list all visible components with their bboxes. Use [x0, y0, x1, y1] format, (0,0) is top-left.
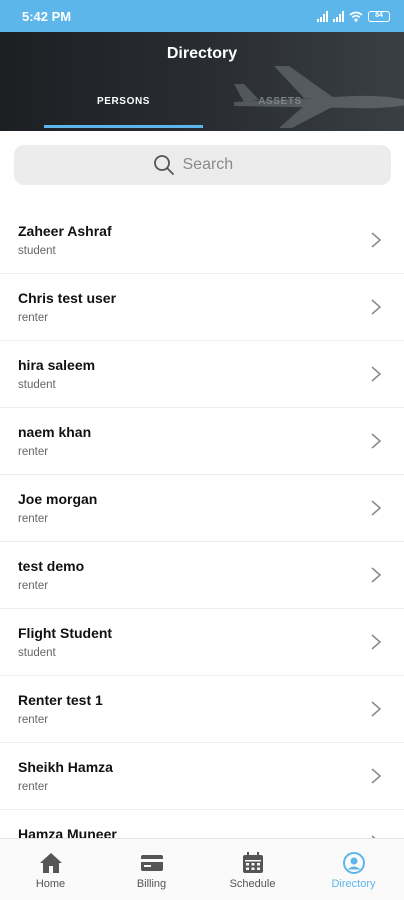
- nav-item-schedule[interactable]: Schedule: [202, 839, 303, 900]
- chevron-right-icon: [371, 701, 382, 717]
- person-role: renter: [18, 781, 49, 793]
- list-item[interactable]: hira saleem student: [0, 341, 404, 408]
- nav-label: Billing: [136, 878, 167, 890]
- nav-label: Directory: [331, 878, 376, 890]
- signal-icon: [333, 10, 344, 22]
- list-item[interactable]: Zaheer Ashraf student: [0, 207, 404, 274]
- chevron-right-icon: [371, 366, 382, 382]
- person-name: test demo: [18, 558, 85, 574]
- nav-item-directory[interactable]: Directory: [303, 839, 404, 900]
- chevron-right-icon: [371, 634, 382, 650]
- credit-card-icon: [140, 855, 163, 871]
- header: Directory PERSONS ASSETS: [0, 32, 404, 131]
- chevron-right-icon: [371, 433, 382, 449]
- person-role: renter: [18, 580, 49, 592]
- list-item[interactable]: naem khan renter: [0, 408, 404, 475]
- person-name: Chris test user: [18, 290, 117, 306]
- person-role: student: [18, 379, 56, 391]
- person-role: renter: [18, 312, 49, 324]
- list-item[interactable]: Renter test 1 renter: [0, 676, 404, 743]
- person-name: Renter test 1: [18, 692, 103, 708]
- person-role: student: [18, 647, 56, 659]
- tab-assets[interactable]: ASSETS: [210, 96, 350, 107]
- tab-persons[interactable]: PERSONS: [44, 96, 203, 107]
- person-name: Flight Student: [18, 625, 113, 641]
- list-item[interactable]: test demo renter: [0, 542, 404, 609]
- signal-icon: [317, 10, 328, 22]
- bottom-nav: Home Billing Schedule Directory: [0, 838, 404, 900]
- status-icons: 84: [317, 10, 390, 22]
- nav-label: Home: [35, 878, 66, 890]
- list-item[interactable]: Sheikh Hamza renter: [0, 743, 404, 810]
- status-bar: 5:42 PM 84: [0, 0, 404, 32]
- person-name: hira saleem: [18, 357, 96, 373]
- person-list: Zaheer Ashraf student Chris test user re…: [0, 207, 404, 877]
- chevron-right-icon: [371, 500, 382, 516]
- home-icon: [39, 853, 62, 873]
- search-bar[interactable]: [14, 145, 391, 185]
- chevron-right-icon: [371, 567, 382, 583]
- person-name: Zaheer Ashraf: [18, 223, 112, 239]
- chevron-right-icon: [371, 299, 382, 315]
- nav-label: Schedule: [229, 878, 276, 890]
- person-role: renter: [18, 446, 49, 458]
- chevron-right-icon: [371, 768, 382, 784]
- chevron-right-icon: [371, 232, 382, 248]
- search-input[interactable]: [182, 156, 253, 174]
- nav-item-home[interactable]: Home: [0, 839, 101, 900]
- search-icon: [153, 155, 174, 175]
- calendar-icon: [242, 852, 263, 873]
- person-name: naem khan: [18, 424, 92, 440]
- battery-icon: 84: [368, 10, 390, 22]
- wifi-icon: [349, 11, 363, 22]
- person-role: student: [18, 245, 56, 257]
- person-role: renter: [18, 714, 49, 726]
- person-role: renter: [18, 513, 49, 525]
- person-name: Sheikh Hamza: [18, 759, 113, 775]
- page-title: Directory: [166, 45, 238, 62]
- list-item[interactable]: Flight Student student: [0, 609, 404, 676]
- person-name: Joe morgan: [18, 491, 98, 507]
- list-item[interactable]: Chris test user renter: [0, 274, 404, 341]
- person-circle-icon: [342, 852, 365, 874]
- list-item[interactable]: Joe morgan renter: [0, 475, 404, 542]
- active-tab-indicator: [44, 125, 203, 128]
- nav-item-billing[interactable]: Billing: [101, 839, 202, 900]
- status-time: 5:42 PM: [22, 8, 72, 24]
